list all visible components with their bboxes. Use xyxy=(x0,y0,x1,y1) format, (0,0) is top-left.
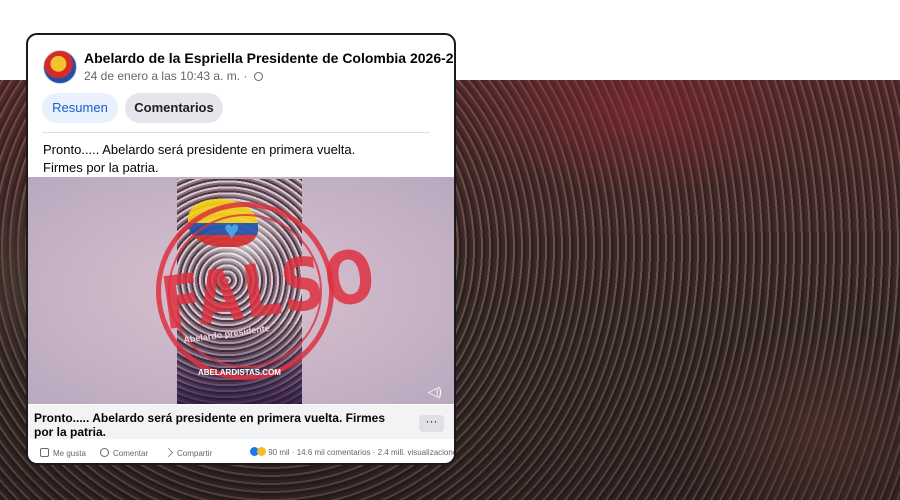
globe-icon xyxy=(253,72,263,81)
share-label: Compartir xyxy=(177,449,213,458)
tab-resumen[interactable]: Resumen xyxy=(42,93,118,123)
video-caption-bar: Pronto..... Abelardo será presidente en … xyxy=(28,405,454,439)
haha-reaction-icon xyxy=(257,447,266,456)
more-options-button[interactable]: ··· xyxy=(419,415,444,432)
reactions-count: 90 mil xyxy=(268,448,290,457)
divider xyxy=(42,132,430,133)
page-name[interactable]: Abelardo de la Espriella Presidente de C… xyxy=(84,50,454,66)
video-player[interactable]: ♥ FALSO Abelardo presidente ABELARDISTAS… xyxy=(28,177,454,404)
post-text: Pronto..... Abelardo será presidente en … xyxy=(43,141,355,177)
volume-icon[interactable]: ◁) xyxy=(428,385,442,398)
post-text-line-2: Firmes por la patria. xyxy=(43,160,159,175)
caption-text: Pronto..... Abelardo será presidente en … xyxy=(34,411,385,439)
post-date-text[interactable]: 24 de enero a las 10:43 a. m. xyxy=(84,69,240,83)
share-icon xyxy=(164,448,173,457)
like-button[interactable]: Me gusta xyxy=(40,448,86,458)
reactions-summary[interactable]: 90 mil · 14.6 mil comentarios · 2.4 mill… xyxy=(250,447,456,457)
comment-label: Comentar xyxy=(113,449,149,458)
page-avatar[interactable] xyxy=(43,50,77,84)
post-text-line-1: Pronto..... Abelardo será presidente en … xyxy=(43,142,356,157)
separator: · xyxy=(291,448,295,457)
facebook-post-card: Abelardo de la Espriella Presidente de C… xyxy=(26,33,456,465)
separator: · xyxy=(372,448,376,457)
thumbs-up-icon xyxy=(40,448,49,457)
post-timestamp[interactable]: 24 de enero a las 10:43 a. m. · xyxy=(84,69,263,83)
comments-count[interactable]: 14.6 mil comentarios xyxy=(297,448,371,457)
like-label: Me gusta xyxy=(53,449,86,458)
comment-button[interactable]: Comentar xyxy=(100,448,148,458)
separator: · xyxy=(243,69,248,83)
post-actions-bar: Me gusta Comentar Compartir 90 mil · 14.… xyxy=(28,442,456,463)
video-watermark: ABELARDISTAS.COM xyxy=(198,368,281,377)
share-button[interactable]: Compartir xyxy=(164,448,212,458)
comment-icon xyxy=(100,448,109,457)
post-header: Abelardo de la Espriella Presidente de C… xyxy=(28,35,454,93)
views-count: 2.4 mill. visualizaciones xyxy=(377,448,456,457)
tab-comentarios[interactable]: Comentarios xyxy=(125,93,223,123)
false-stamp: FALSO xyxy=(144,190,382,392)
